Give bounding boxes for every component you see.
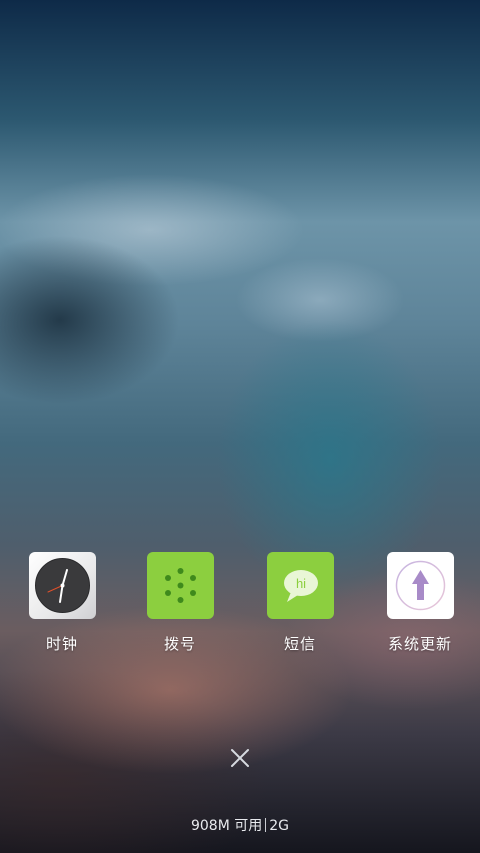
wallpaper-background bbox=[0, 0, 480, 853]
app-label-dialer: 拨号 bbox=[163, 635, 196, 653]
memory-separator bbox=[265, 818, 267, 832]
recent-app-dialer[interactable]: 拨号 bbox=[130, 552, 230, 654]
memory-total: 2G bbox=[269, 818, 290, 834]
close-icon bbox=[231, 749, 249, 767]
memory-status: 908M 可用 2G bbox=[0, 815, 480, 835]
memory-available: 908M 可用 bbox=[190, 818, 263, 834]
clear-all-button[interactable] bbox=[226, 744, 254, 772]
app-label-sms: 短信 bbox=[283, 635, 316, 653]
sms-bubble-icon: hi bbox=[266, 552, 334, 619]
recent-app-clock[interactable]: 时钟 bbox=[12, 552, 112, 654]
app-label-system-update: 系统更新 bbox=[387, 635, 452, 653]
sms-icon-text: hi bbox=[295, 576, 305, 591]
dialpad-icon bbox=[146, 552, 214, 619]
app-label-clock: 时钟 bbox=[45, 635, 78, 653]
recent-app-system-update[interactable]: 系统更新 bbox=[370, 552, 470, 654]
system-update-icon bbox=[386, 552, 454, 619]
clock-icon bbox=[28, 552, 96, 619]
recent-app-sms[interactable]: hi 短信 bbox=[250, 552, 350, 654]
